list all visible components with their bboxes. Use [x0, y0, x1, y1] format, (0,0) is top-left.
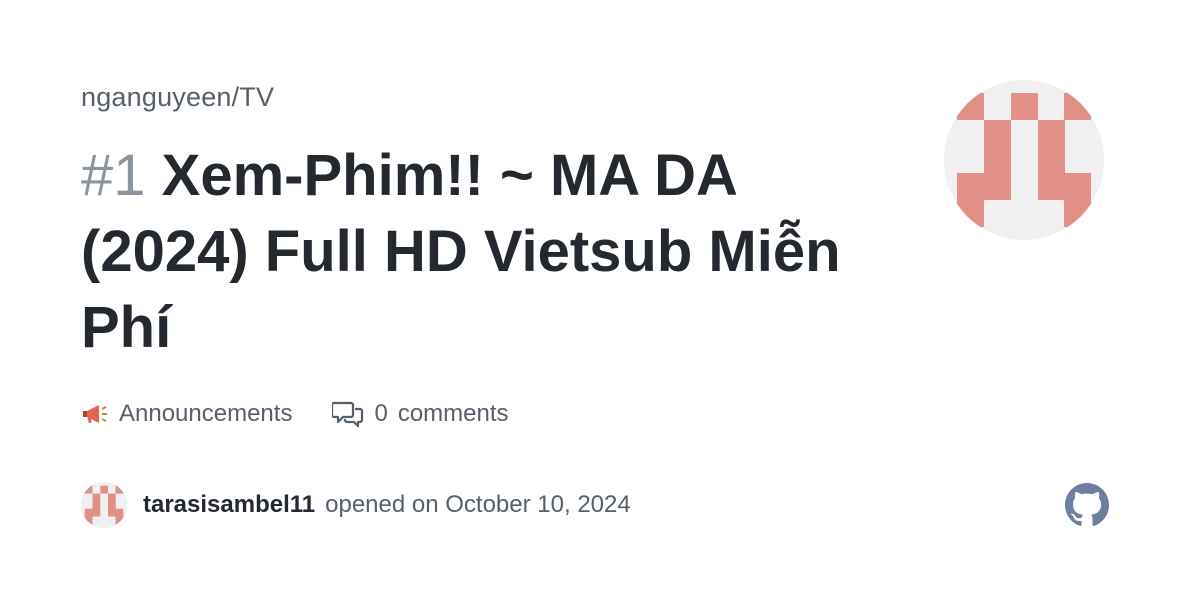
category[interactable]: Announcements: [81, 400, 292, 428]
author-avatar[interactable]: [944, 80, 1104, 240]
issue-meta: Announcements 0 comments: [81, 400, 509, 428]
issue-title-text: Xem-Phim!! ~ MA DA (2024) Full HD Vietsu…: [81, 143, 841, 360]
opened-date: opened on October 10, 2024: [325, 491, 631, 518]
comments-label: comments: [397, 400, 509, 427]
megaphone-icon: [81, 400, 109, 428]
social-preview-card: nganguyeen/TV #1 Xem-Phim!! ~ MA DA (202…: [0, 0, 1200, 600]
comments-count[interactable]: 0 comments: [332, 400, 509, 428]
issue-number: #1: [81, 143, 146, 208]
avatar[interactable]: [81, 482, 127, 528]
author-row: tarasisambel11 opened on October 10, 202…: [81, 482, 631, 528]
author-username[interactable]: tarasisambel11: [143, 491, 315, 519]
category-label: Announcements: [119, 400, 293, 427]
comment-discussion-icon: [332, 401, 364, 428]
comment-count: 0: [374, 400, 388, 427]
repo-name[interactable]: nganguyeen/TV: [81, 82, 274, 113]
github-logo-icon[interactable]: [1065, 483, 1109, 527]
issue-title: #1 Xem-Phim!! ~ MA DA (2024) Full HD Vie…: [81, 138, 881, 366]
